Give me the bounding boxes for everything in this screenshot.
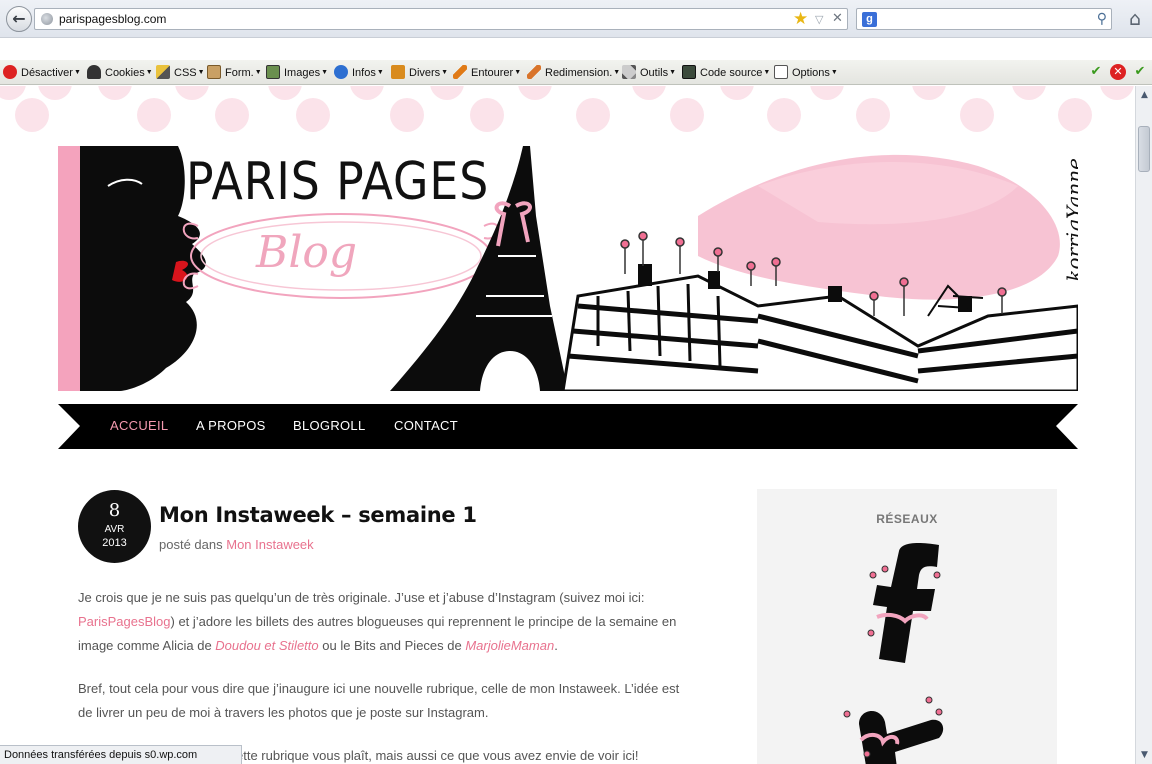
pencil-icon	[453, 65, 467, 79]
doudou-et-stiletto-link[interactable]: Doudou et Stiletto	[215, 638, 318, 653]
toolbar-item-code-source[interactable]: Code source▼	[682, 64, 770, 82]
check-icon[interactable]: ✔	[1088, 64, 1104, 80]
site-subtitle: Blog	[256, 227, 358, 278]
post-paragraph-1: Je crois que je ne suis pas quelqu’un de…	[78, 586, 718, 658]
menu-item-contact[interactable]: CONTACT	[394, 418, 458, 434]
site-banner[interactable]: PARIS PAGES Blog korrigYanne	[58, 146, 1078, 391]
post-paragraph-2: Bref, tout cela pour vous dire que j’ina…	[78, 677, 718, 725]
paragraph-text: ou le Bits and Pieces de	[318, 638, 466, 653]
search-bar[interactable]: g ⚲	[856, 8, 1112, 30]
arrow-left-icon: ←	[12, 9, 26, 28]
polka-dot-header	[0, 86, 1135, 132]
menu-item-blogroll[interactable]: BLOGROLL	[293, 418, 365, 434]
toolbar-item-desactiver[interactable]: Désactiver▼	[3, 64, 81, 82]
post-date-year: 2013	[102, 537, 127, 549]
facebook-icon[interactable]: f	[865, 541, 951, 665]
options-icon	[774, 65, 788, 79]
history-dropdown-icon[interactable]: ▽	[815, 10, 823, 30]
error-icon[interactable]: ✕	[1110, 64, 1126, 80]
url-text: parispagesblog.com	[59, 12, 167, 26]
check-icon[interactable]: ✔	[1132, 64, 1148, 80]
toolbar-item-form[interactable]: Form.▼	[207, 64, 262, 82]
toolbar-item-outils[interactable]: Outils▼	[622, 64, 676, 82]
toolbar-item-options[interactable]: Options▼	[774, 64, 838, 82]
image-icon	[266, 65, 280, 79]
google-icon[interactable]: g	[862, 12, 877, 27]
post-date-badge: 8 AVR 2013	[78, 490, 151, 563]
marjoliemaman-link[interactable]: MarjolieMaman	[465, 638, 554, 653]
post-category-link[interactable]: Mon Instaweek	[226, 537, 313, 552]
paragraph-line: Je crois que je ne suis pas quelqu’un de…	[78, 590, 645, 605]
globe-icon	[41, 13, 53, 25]
menu-item-accueil[interactable]: ACCUEIL	[110, 418, 168, 434]
artist-signature: korrigYanne	[1062, 158, 1078, 282]
book-icon	[391, 65, 405, 79]
web-developer-toolbar: Désactiver▼ Cookies▼ CSS▼ Form.▼ Images▼…	[0, 60, 1152, 85]
toolbar-item-images[interactable]: Images▼	[266, 64, 328, 82]
post-title[interactable]: Mon Instaweek – semaine 1	[159, 502, 477, 528]
paragraph-line: ) et j’adore les billets des autres blog…	[170, 614, 677, 629]
status-bar: Données transférées depuis s0.wp.com	[0, 745, 242, 764]
clipboard-icon	[207, 65, 221, 79]
twitter-icon[interactable]: t	[839, 694, 949, 764]
stop-icon[interactable]: ✕	[832, 9, 843, 29]
browser-nav-bar: ← parispagesblog.com ★ ▽ ✕ g ⚲ ⌂	[0, 0, 1152, 38]
home-icon[interactable]: ⌂	[1124, 8, 1146, 30]
page-viewport: PARIS PAGES Blog korrigYanne ACCUEIL A P…	[0, 86, 1135, 764]
paragraph-line: Bref, tout cela pour vous dire que j’ina…	[78, 681, 680, 696]
post-date-day: 8	[108, 500, 121, 521]
toolbar-item-redimension[interactable]: Redimension.▼	[527, 64, 620, 82]
toolbar-item-infos[interactable]: Infos▼	[334, 64, 384, 82]
toolbar-item-entourer[interactable]: Entourer▼	[453, 64, 521, 82]
scroll-down-icon[interactable]: ▼	[1138, 748, 1151, 762]
url-bar[interactable]: parispagesblog.com ★ ▽ ✕	[34, 8, 848, 30]
scroll-up-icon[interactable]: ▲	[1138, 88, 1151, 102]
scrollbar-thumb[interactable]	[1138, 126, 1150, 172]
toolbar-item-css[interactable]: CSS▼	[156, 64, 205, 82]
instagram-profile-link[interactable]: ParisPagesBlog	[78, 614, 171, 629]
sidebar-heading: RÉSEAUX	[876, 512, 938, 526]
paragraph-text: .	[554, 638, 558, 653]
block-icon	[3, 65, 17, 79]
toolbar-item-divers[interactable]: Divers▼	[391, 64, 448, 82]
tools-icon	[622, 65, 636, 79]
post-date-month: AVR	[104, 524, 125, 535]
post-meta-prefix: posté dans	[159, 537, 223, 552]
sidebar-widget-reseaux: RÉSEAUX f t	[757, 489, 1057, 764]
search-icon[interactable]: ⚲	[1097, 10, 1107, 28]
paragraph-line: de livrer un peu de moi à travers les ph…	[78, 705, 489, 720]
main-menu: ACCUEIL A PROPOS BLOGROLL CONTACT	[58, 404, 1078, 449]
terminal-icon	[682, 65, 696, 79]
pen-icon	[156, 65, 170, 79]
site-title[interactable]: PARIS PAGES	[186, 152, 489, 212]
paragraph-text: image comme Alicia de	[78, 638, 216, 653]
vertical-scrollbar[interactable]: ▲ ▼	[1135, 86, 1152, 764]
menu-item-a-propos[interactable]: A PROPOS	[196, 418, 266, 434]
post-meta: posté dans Mon Instaweek	[159, 537, 314, 553]
toolbar-item-cookies[interactable]: Cookies▼	[87, 64, 153, 82]
ruler-icon	[527, 65, 541, 79]
info-icon	[334, 65, 348, 79]
bookmark-star-icon[interactable]: ★	[793, 9, 808, 29]
back-button[interactable]: ←	[6, 6, 32, 32]
person-icon	[87, 65, 101, 79]
